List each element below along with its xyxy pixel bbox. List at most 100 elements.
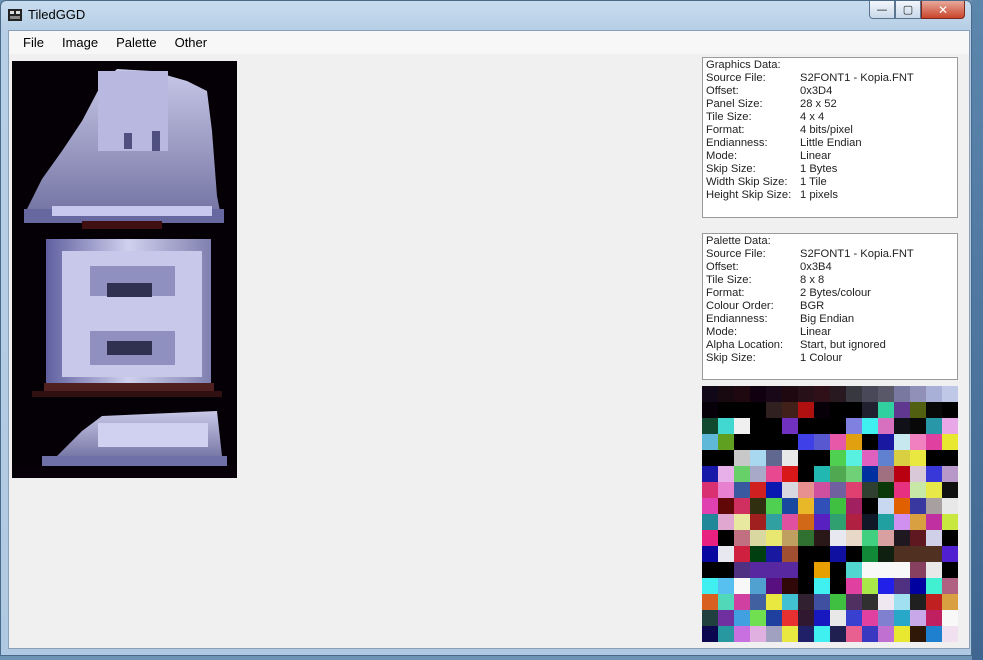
- maximize-button[interactable]: ▢: [895, 1, 921, 19]
- palette-swatch[interactable]: [830, 402, 846, 418]
- palette-swatch[interactable]: [910, 578, 926, 594]
- palette-swatch[interactable]: [734, 594, 750, 610]
- palette-swatch[interactable]: [798, 498, 814, 514]
- palette-swatch[interactable]: [814, 530, 830, 546]
- palette-swatch[interactable]: [878, 578, 894, 594]
- palette-swatch[interactable]: [766, 530, 782, 546]
- palette-swatch[interactable]: [718, 434, 734, 450]
- palette-swatch[interactable]: [862, 610, 878, 626]
- palette-swatch[interactable]: [846, 562, 862, 578]
- palette-swatch[interactable]: [718, 418, 734, 434]
- palette-swatch[interactable]: [926, 626, 942, 642]
- palette-swatch[interactable]: [718, 402, 734, 418]
- palette-swatch[interactable]: [702, 626, 718, 642]
- palette-swatch[interactable]: [926, 402, 942, 418]
- palette-swatch[interactable]: [846, 418, 862, 434]
- palette-swatch[interactable]: [782, 402, 798, 418]
- palette-swatch[interactable]: [798, 434, 814, 450]
- palette-swatch[interactable]: [910, 514, 926, 530]
- palette-swatch[interactable]: [894, 610, 910, 626]
- palette-swatch[interactable]: [846, 386, 862, 402]
- palette-swatch[interactable]: [766, 514, 782, 530]
- palette-swatch[interactable]: [750, 498, 766, 514]
- palette-swatch[interactable]: [830, 626, 846, 642]
- palette-swatch[interactable]: [830, 434, 846, 450]
- palette-swatch[interactable]: [718, 546, 734, 562]
- palette-swatch[interactable]: [782, 386, 798, 402]
- palette-swatch[interactable]: [766, 594, 782, 610]
- palette-swatch[interactable]: [830, 514, 846, 530]
- palette-swatch[interactable]: [878, 562, 894, 578]
- palette-swatch[interactable]: [862, 402, 878, 418]
- palette-swatch[interactable]: [846, 434, 862, 450]
- palette-swatch[interactable]: [926, 434, 942, 450]
- palette-swatch[interactable]: [830, 578, 846, 594]
- palette-swatch[interactable]: [718, 514, 734, 530]
- palette-swatch[interactable]: [782, 466, 798, 482]
- palette-swatch[interactable]: [766, 578, 782, 594]
- palette-swatch[interactable]: [734, 610, 750, 626]
- palette-swatch[interactable]: [926, 546, 942, 562]
- palette-swatch[interactable]: [926, 450, 942, 466]
- palette-swatch[interactable]: [814, 450, 830, 466]
- palette-swatch[interactable]: [750, 530, 766, 546]
- palette-swatch[interactable]: [718, 594, 734, 610]
- palette-swatch[interactable]: [942, 610, 958, 626]
- palette-swatch[interactable]: [766, 626, 782, 642]
- palette-swatch[interactable]: [894, 594, 910, 610]
- palette-swatch[interactable]: [798, 594, 814, 610]
- palette-swatch[interactable]: [846, 626, 862, 642]
- palette-swatch[interactable]: [766, 386, 782, 402]
- palette-swatch[interactable]: [894, 418, 910, 434]
- palette-swatch[interactable]: [734, 466, 750, 482]
- palette-swatch[interactable]: [814, 482, 830, 498]
- palette-swatch[interactable]: [782, 450, 798, 466]
- palette-swatch[interactable]: [814, 514, 830, 530]
- palette-swatch[interactable]: [734, 434, 750, 450]
- palette-swatch[interactable]: [702, 578, 718, 594]
- palette-swatch[interactable]: [878, 626, 894, 642]
- palette-swatch[interactable]: [878, 450, 894, 466]
- palette-swatch[interactable]: [702, 402, 718, 418]
- palette-swatch[interactable]: [750, 418, 766, 434]
- palette-swatch[interactable]: [894, 402, 910, 418]
- palette-swatch[interactable]: [718, 626, 734, 642]
- palette-swatch[interactable]: [910, 562, 926, 578]
- palette-swatch[interactable]: [910, 626, 926, 642]
- palette-swatch[interactable]: [878, 530, 894, 546]
- palette-swatch[interactable]: [798, 402, 814, 418]
- palette-swatch[interactable]: [942, 594, 958, 610]
- palette-swatch[interactable]: [910, 498, 926, 514]
- palette-swatch[interactable]: [718, 578, 734, 594]
- palette-swatch[interactable]: [846, 530, 862, 546]
- palette-swatch[interactable]: [782, 546, 798, 562]
- palette-swatch[interactable]: [846, 482, 862, 498]
- palette-swatch[interactable]: [862, 578, 878, 594]
- palette-swatch[interactable]: [894, 466, 910, 482]
- palette-swatch[interactable]: [766, 418, 782, 434]
- palette-swatch[interactable]: [766, 402, 782, 418]
- palette-swatch[interactable]: [878, 402, 894, 418]
- palette-swatch[interactable]: [942, 450, 958, 466]
- menu-image[interactable]: Image: [54, 33, 106, 52]
- palette-swatch[interactable]: [926, 594, 942, 610]
- palette-swatch[interactable]: [830, 530, 846, 546]
- palette-swatch[interactable]: [702, 466, 718, 482]
- palette-swatch[interactable]: [798, 610, 814, 626]
- palette-swatch[interactable]: [862, 450, 878, 466]
- palette-swatch[interactable]: [926, 482, 942, 498]
- palette-swatch[interactable]: [814, 498, 830, 514]
- palette-swatch[interactable]: [750, 546, 766, 562]
- palette-swatch[interactable]: [734, 402, 750, 418]
- palette-swatch[interactable]: [750, 402, 766, 418]
- palette-swatch[interactable]: [718, 562, 734, 578]
- palette-swatch[interactable]: [814, 418, 830, 434]
- palette-swatch[interactable]: [702, 514, 718, 530]
- palette-swatch[interactable]: [894, 386, 910, 402]
- palette-swatch[interactable]: [862, 498, 878, 514]
- palette-swatch[interactable]: [846, 610, 862, 626]
- palette-swatch[interactable]: [942, 546, 958, 562]
- palette-swatch[interactable]: [750, 562, 766, 578]
- palette-swatch[interactable]: [878, 546, 894, 562]
- palette-swatch[interactable]: [910, 434, 926, 450]
